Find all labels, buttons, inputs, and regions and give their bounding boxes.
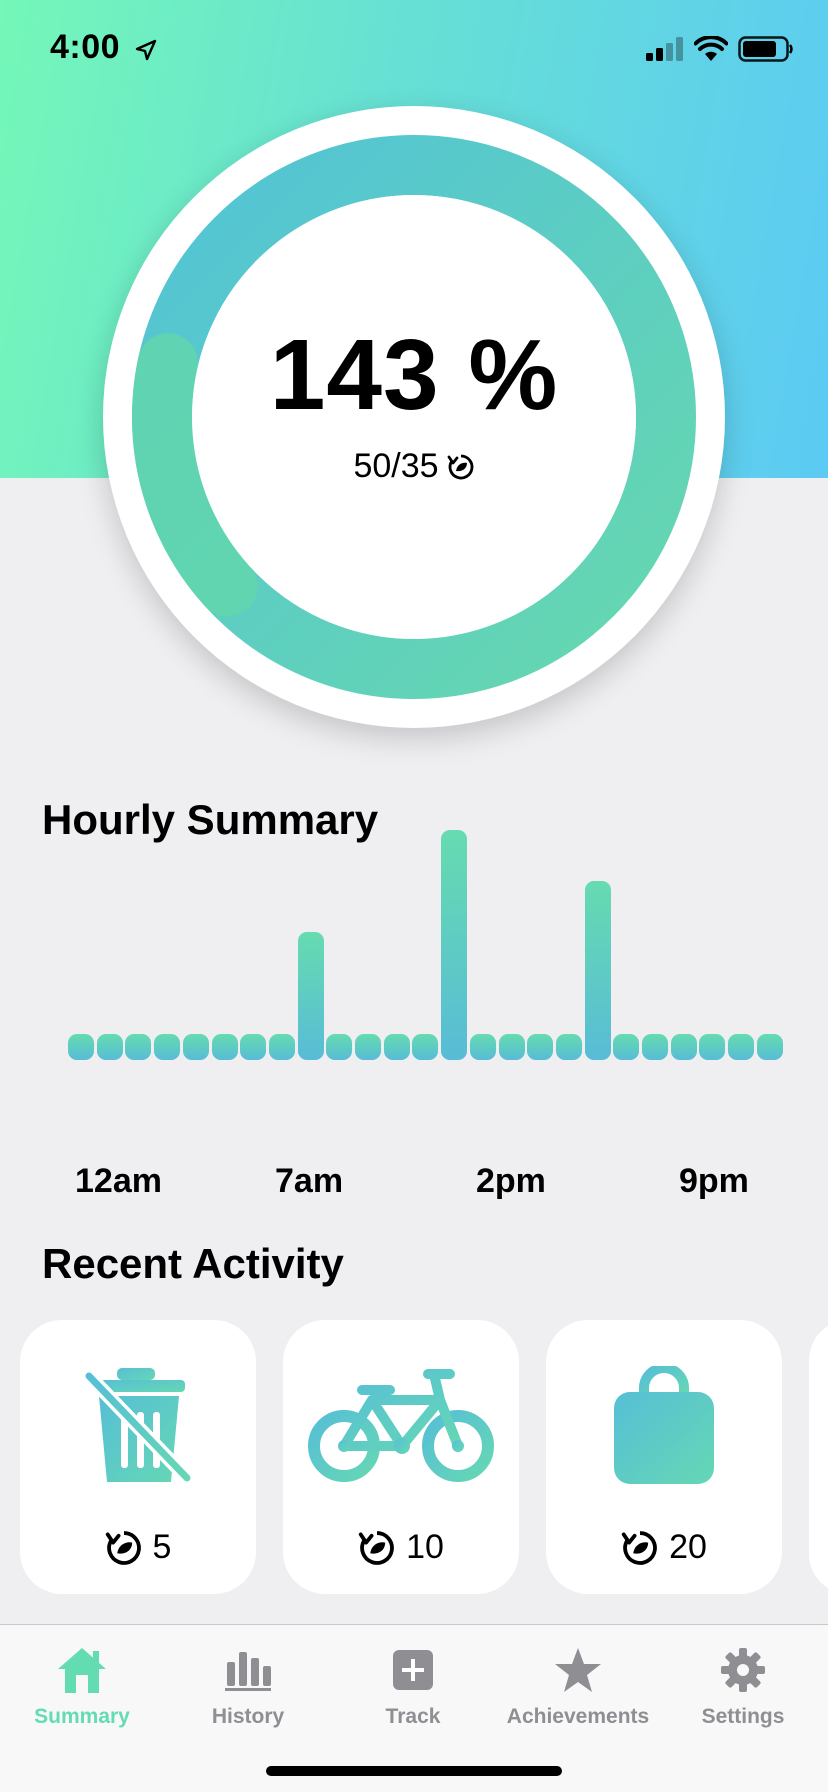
activity-points: 5 xyxy=(152,1528,172,1566)
tab-label: Track xyxy=(385,1705,441,1728)
tab-achievements[interactable]: Achievements xyxy=(498,1643,658,1743)
chart-bar xyxy=(412,1034,439,1060)
activity-points: 10 xyxy=(406,1528,444,1566)
activity-card[interactable]: 10 xyxy=(283,1320,519,1594)
tab-settings[interactable]: Settings xyxy=(663,1643,823,1743)
chart-bar xyxy=(441,830,468,1060)
cellular-signal-icon xyxy=(646,37,683,61)
chart-bar xyxy=(498,1034,525,1060)
tab-track[interactable]: Track xyxy=(333,1643,493,1743)
chart-bar xyxy=(211,1034,238,1060)
chart-tick-label: 7am xyxy=(275,1162,344,1200)
chart-bar xyxy=(240,1034,267,1060)
home-indicator xyxy=(266,1766,562,1776)
recent-activity-list[interactable]: 5 10 20 xyxy=(20,1320,828,1596)
chart-bar xyxy=(154,1034,181,1060)
chart-tick-label: 9pm xyxy=(679,1162,749,1200)
status-time: 4:00 xyxy=(50,28,121,66)
chart-bar xyxy=(670,1034,697,1060)
shopping-bag-icon xyxy=(614,1366,714,1484)
eco-points-icon xyxy=(447,454,473,479)
chart-bar xyxy=(613,1034,640,1060)
tab-label: Summary xyxy=(34,1705,130,1728)
chart-bar xyxy=(642,1034,668,1060)
bar-chart-icon xyxy=(225,1652,271,1691)
no-trash-icon xyxy=(83,1368,193,1483)
chart-bar xyxy=(268,1034,295,1060)
progress-ring: 143 % 50/35 xyxy=(103,106,725,728)
eco-points-icon xyxy=(621,1530,657,1565)
star-icon xyxy=(555,1648,601,1692)
home-icon xyxy=(58,1648,106,1693)
hourly-chart xyxy=(68,830,783,1060)
progress-percent: 143 % xyxy=(269,319,559,431)
tab-label: Settings xyxy=(701,1705,785,1728)
chart-bar xyxy=(728,1034,755,1060)
chart-tick-label: 2pm xyxy=(476,1162,546,1200)
chart-bar xyxy=(355,1034,381,1060)
gear-icon xyxy=(721,1648,765,1692)
activity-card[interactable]: 20 xyxy=(546,1320,782,1594)
chart-bar xyxy=(584,881,611,1060)
chart-bar xyxy=(469,1034,496,1060)
chart-bar xyxy=(297,932,324,1060)
plus-square-icon xyxy=(393,1650,433,1690)
chart-bar xyxy=(756,1034,783,1060)
tab-history[interactable]: History xyxy=(168,1643,328,1743)
chart-bar xyxy=(326,1034,353,1060)
tab-label: Achievements xyxy=(506,1705,650,1728)
recent-activity-title: Recent Activity xyxy=(42,1240,344,1287)
eco-points-icon xyxy=(358,1530,394,1565)
progress-points: 50/35 xyxy=(353,447,439,485)
tab-summary[interactable]: Summary xyxy=(2,1643,162,1743)
chart-bar xyxy=(125,1034,152,1060)
chart-bar xyxy=(96,1034,123,1060)
wifi-icon xyxy=(694,36,728,61)
hourly-summary-title: Hourly Summary xyxy=(42,796,379,843)
chart-bar xyxy=(555,1034,582,1060)
chart-bar xyxy=(527,1034,554,1060)
chart-bar xyxy=(383,1034,410,1060)
activity-card-partial[interactable] xyxy=(809,1320,828,1594)
eco-points-icon xyxy=(105,1530,141,1565)
chart-bar xyxy=(182,1034,209,1060)
location-arrow-icon xyxy=(135,39,157,61)
chart-bar xyxy=(699,1034,726,1060)
tab-label: History xyxy=(211,1705,285,1728)
activity-points: 20 xyxy=(669,1528,707,1566)
status-bar: 4:00 xyxy=(0,0,828,100)
chart-bar xyxy=(68,1034,94,1060)
activity-card[interactable]: 5 xyxy=(20,1320,256,1594)
bicycle-icon xyxy=(308,1369,494,1482)
chart-tick-label: 12am xyxy=(75,1162,162,1200)
battery-icon xyxy=(738,36,793,62)
